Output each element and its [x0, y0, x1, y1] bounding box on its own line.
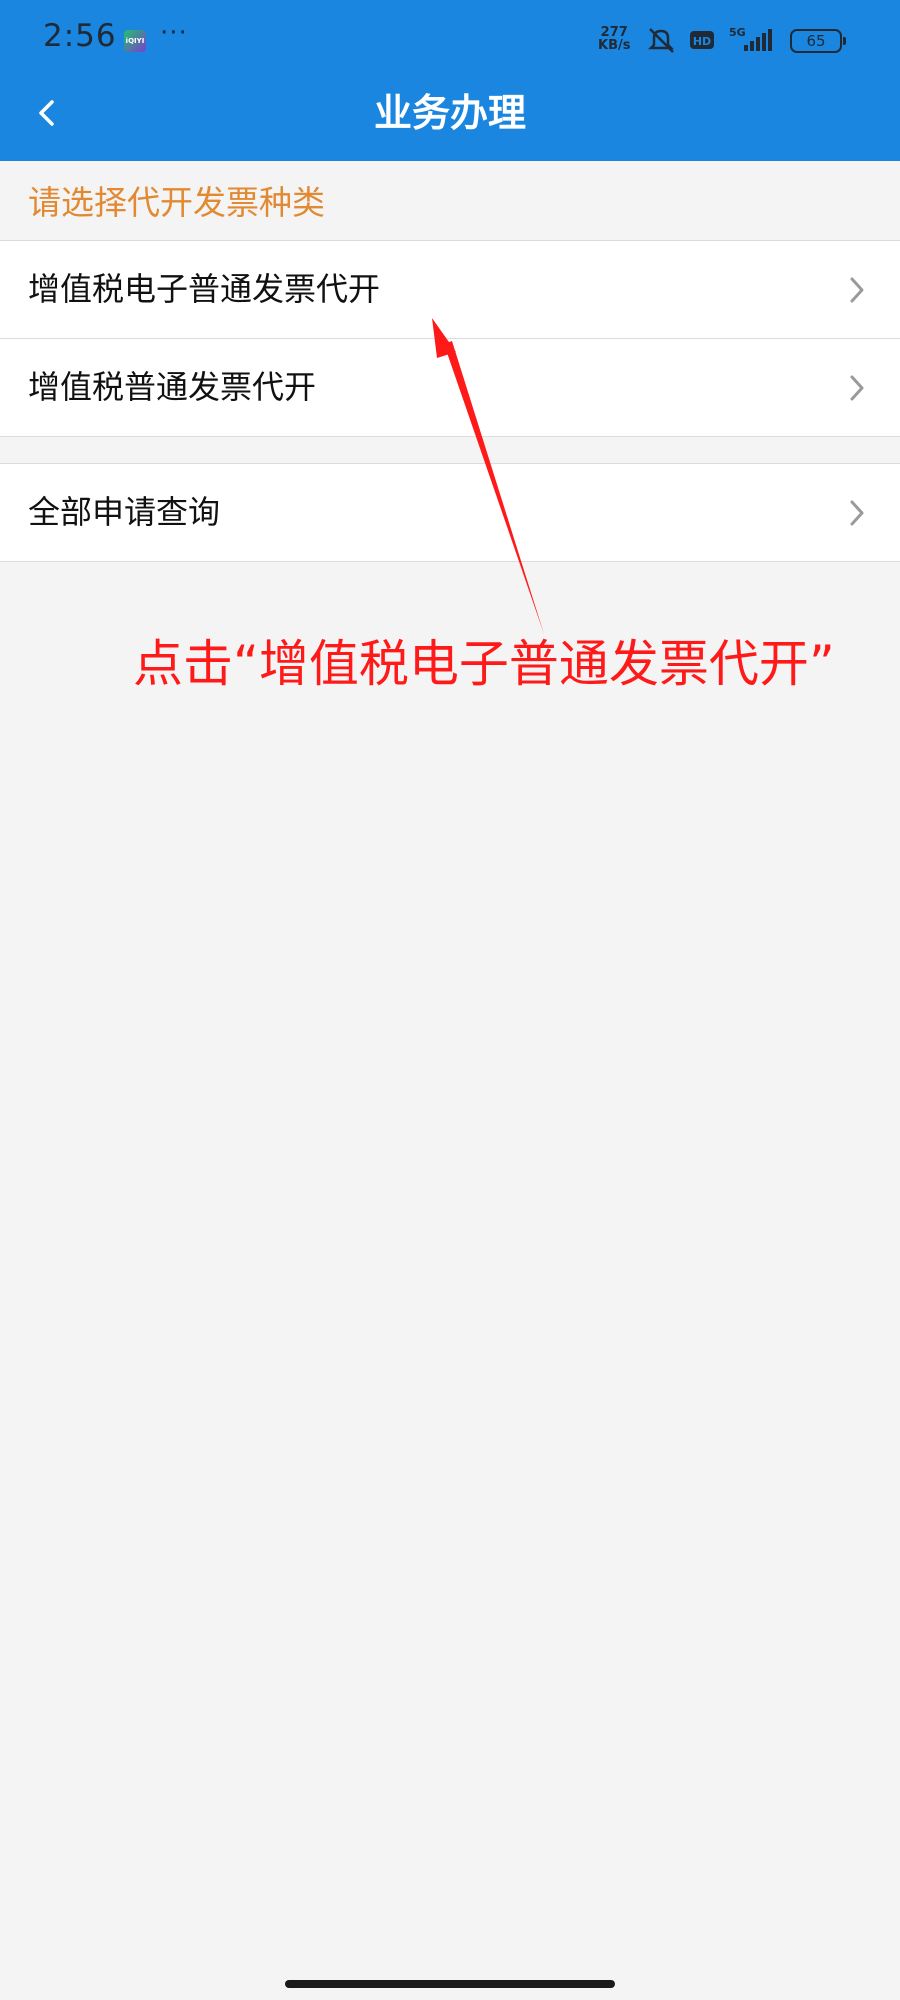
chevron-right-icon: [850, 375, 864, 401]
list-item-paper-invoice[interactable]: 增值税普通发票代开: [0, 338, 900, 436]
annotation-text: 点击“增值税电子普通发票代开”: [133, 635, 835, 693]
query-list: 全部申请查询: [0, 463, 900, 562]
hd-label: HD: [693, 35, 711, 48]
battery-icon: 65: [790, 29, 846, 53]
more-notifications-icon: ···: [160, 18, 188, 48]
status-time: 2:56: [43, 18, 117, 54]
list-item-all-queries[interactable]: 全部申请查询: [0, 464, 900, 561]
status-icons: HD 5G: [648, 26, 772, 53]
chevron-right-icon: [850, 500, 864, 526]
list-item-label: 全部申请查询: [28, 493, 221, 531]
app-icon-label: iQIYI: [125, 37, 145, 45]
invoice-type-list: 增值税电子普通发票代开 增值税普通发票代开: [0, 240, 900, 437]
hd-icon: HD: [690, 31, 714, 49]
status-bar: 2:56 iQIYI ··· 277 KB/s HD 5G 65: [0, 0, 900, 66]
section-header: 请选择代开发票种类: [28, 183, 325, 222]
iqiyi-app-icon: iQIYI: [124, 30, 146, 52]
list-item-electronic-invoice[interactable]: 增值税电子普通发票代开: [0, 241, 900, 338]
speed-unit: KB/s: [598, 38, 631, 53]
network-type: 5G: [729, 26, 746, 39]
list-item-label: 增值税普通发票代开: [28, 368, 317, 406]
nav-bar: 业务办理: [0, 66, 900, 161]
signal-icon: [744, 29, 772, 51]
page-title: 业务办理: [373, 91, 526, 135]
mute-bell-icon: [648, 28, 675, 53]
network-speed: 277 KB/s: [598, 26, 630, 52]
home-indicator[interactable]: [285, 1980, 615, 1988]
list-item-label: 增值税电子普通发票代开: [28, 270, 381, 308]
chevron-right-icon: [850, 277, 864, 303]
